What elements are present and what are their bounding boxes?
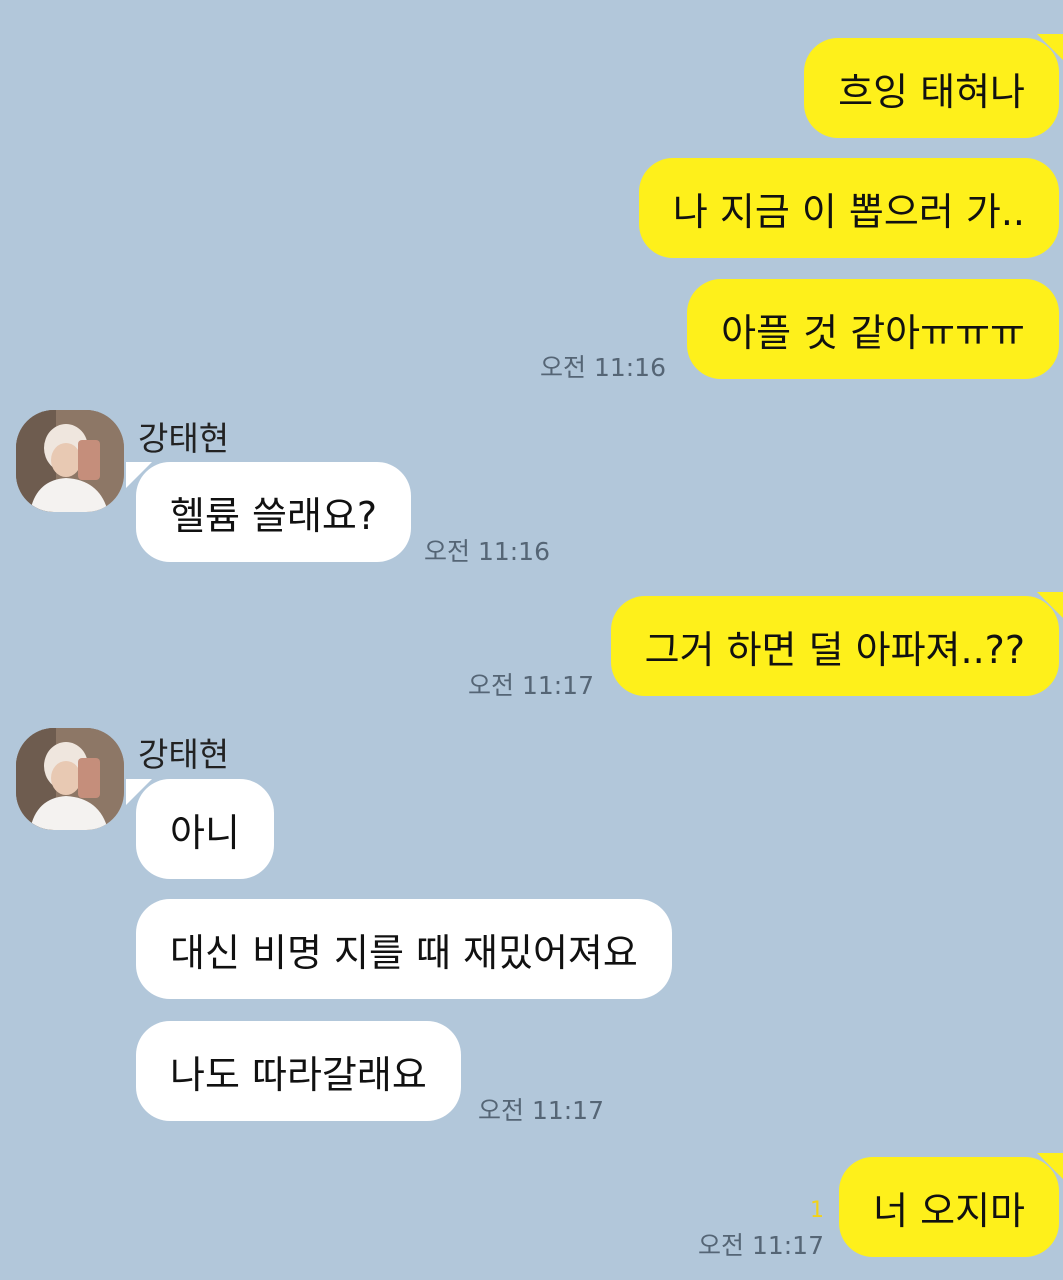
unread-count: 1 — [810, 1198, 824, 1223]
message-text: 나 지금 이 뽑으러 가.. — [672, 189, 1025, 234]
bubble-tail — [1037, 592, 1063, 618]
their-message-bubble[interactable]: 대신 비명 지를 때 재밌어져요 — [136, 899, 672, 999]
bubble-tail — [126, 779, 152, 805]
bubble-tail — [126, 462, 152, 488]
their-message-bubble[interactable]: 헬륨 쓸래요? — [126, 462, 412, 562]
my-message-bubble[interactable]: 그거 하면 덜 아파져..?? — [610, 592, 1063, 696]
bubble-tail — [1037, 34, 1063, 60]
message-text: 그거 하면 덜 아파져..?? — [644, 627, 1025, 672]
contact-name: 강태현 — [138, 735, 230, 774]
message-text: 대신 비명 지를 때 재밌어져요 — [170, 930, 638, 975]
message-text: 나도 따라갈래요 — [170, 1052, 427, 1097]
message-timestamp: 오전 11:16 — [540, 353, 666, 382]
message-text: 아플 것 같아ㅠㅠㅠ — [721, 310, 1025, 355]
contact-avatar[interactable] — [16, 410, 124, 512]
message-timestamp: 오전 11:17 — [698, 1231, 824, 1260]
their-message-bubble[interactable]: 아니 — [126, 779, 274, 879]
chat-room: 흐잉 태혀나 나 지금 이 뽑으러 가.. 오전 11:16 아플 것 같아ㅠㅠ… — [0, 0, 1063, 1280]
message-timestamp: 오전 11:17 — [468, 671, 594, 700]
message-text: 헬륨 쓸래요? — [170, 493, 378, 538]
message-timestamp: 오전 11:17 — [478, 1096, 604, 1125]
contact-name: 강태현 — [138, 419, 230, 458]
my-message-bubble[interactable]: 흐잉 태혀나 — [804, 34, 1063, 138]
their-message-bubble[interactable]: 나도 따라갈래요 — [136, 1021, 461, 1121]
contact-avatar[interactable] — [16, 728, 124, 830]
avatar-photo-icon — [16, 410, 124, 512]
message-text: 흐잉 태혀나 — [838, 69, 1025, 114]
message-timestamp: 오전 11:16 — [424, 537, 550, 566]
message-text: 너 오지마 — [873, 1188, 1025, 1233]
my-message-bubble[interactable]: 아플 것 같아ㅠㅠㅠ — [687, 279, 1059, 379]
bubble-tail — [1037, 1153, 1063, 1179]
my-message-bubble[interactable]: 너 오지마 — [839, 1153, 1063, 1257]
message-text: 아니 — [170, 810, 240, 855]
avatar-photo-icon — [16, 728, 124, 830]
my-message-bubble[interactable]: 나 지금 이 뽑으러 가.. — [638, 158, 1059, 258]
